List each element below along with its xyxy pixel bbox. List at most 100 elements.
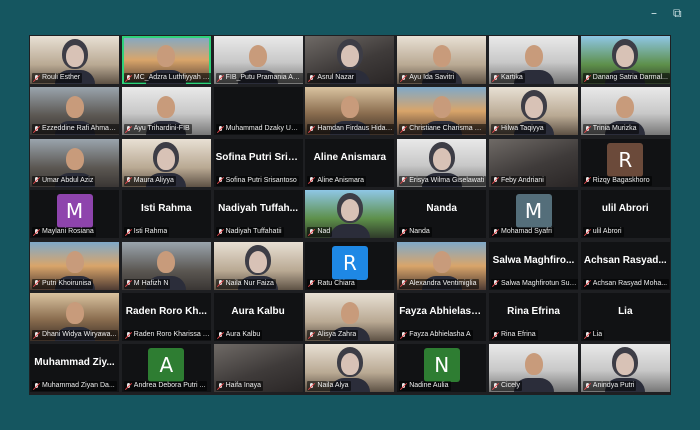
participant-tile[interactable]: A Andrea Debora Putri ...: [121, 344, 211, 393]
participant-tile[interactable]: Isti Rahma Isti Rahma: [121, 190, 211, 239]
participant-tile[interactable]: FIB_Putu Pramania Ad...: [213, 36, 303, 84]
participant-tile[interactable]: Aura Kalbu Aura Kalbu: [213, 293, 303, 341]
participant-tile[interactable]: Putri Khoirunisa: [30, 241, 119, 290]
participant-display-name: Muhammad Ziy...: [34, 357, 115, 369]
participant-tile[interactable]: Salwa Maghfiro... Salwa Maghfirotun Sulfi…: [489, 241, 578, 290]
participant-tile[interactable]: R Rizqy Bagaskhoro: [580, 138, 670, 187]
participant-tile[interactable]: Naila Alya: [305, 344, 395, 393]
participant-tile[interactable]: Rina Efrina Rina Efrina: [489, 293, 578, 341]
participant-tile[interactable]: Muhammad Ziy... Muhammad Ziyan Da...: [30, 344, 119, 393]
participant-name-label: Ayu Trihardini-FIB: [123, 124, 192, 135]
participant-tile[interactable]: M Maylani Rosiana: [30, 190, 119, 239]
participant-tile[interactable]: Fayza Abhielash... Fayza Abhielasha A: [397, 293, 487, 341]
participant-face: [340, 96, 359, 119]
participant-name: Naila Nur Faiza: [225, 279, 274, 287]
mic-muted-icon: [33, 228, 40, 236]
participant-tile[interactable]: Umar Abdul Aziz: [30, 138, 119, 187]
mic-muted-icon: [400, 280, 407, 287]
participant-name: Andrea Debora Putri ...: [133, 382, 206, 390]
participant-tile[interactable]: Ayu Trihardini-FIB: [121, 87, 211, 136]
participant-display-name: Salwa Maghfiro...: [492, 254, 575, 266]
participant-name: Asrul Nazar: [317, 74, 354, 81]
participant-tile[interactable]: Danang Satria Darmal...: [580, 36, 670, 84]
participant-name: Ezzeddine Rafi Ahmad...: [42, 125, 118, 133]
mic-muted-icon: [400, 382, 407, 390]
participant-name-label: Nadine Aulia: [399, 381, 451, 392]
participant-name-label: Nanda: [399, 227, 432, 238]
participant-video: [329, 224, 370, 239]
mic-muted-icon: [33, 74, 40, 82]
participant-tile[interactable]: Naila Nur Faiza: [213, 241, 303, 290]
participant-name-label: Putri Khoirunisa: [32, 278, 94, 289]
participant-tile[interactable]: Ezzeddine Rafi Ahmad...: [30, 87, 119, 136]
mic-muted-icon: [217, 382, 224, 390]
participant-name: Dhani Widya Wiryawa...: [42, 331, 117, 338]
participant-name-label: Nadiyah Tuffahatii: [215, 227, 284, 238]
participant-tile[interactable]: Christiane Charisma N...: [397, 87, 487, 136]
participant-tile[interactable]: Trinia Murizka: [580, 87, 670, 136]
participant-display-name: Lia: [618, 306, 633, 317]
participant-tile[interactable]: Raden Roro Kh... Raden Roro Kharissa P...: [121, 293, 211, 341]
mic-muted-icon: [492, 382, 499, 390]
participant-display-name: Sofina Putri Srisa...: [215, 151, 303, 163]
participant-tile[interactable]: Rouli Esther: [30, 36, 119, 84]
participant-tile[interactable]: R Ratu Chiara: [305, 241, 395, 290]
participant-face: [65, 96, 84, 119]
participant-face: [65, 302, 84, 324]
participant-name: Alexandra Ventimiglia: [409, 279, 477, 287]
participant-name-label: Lia: [582, 330, 605, 340]
participant-name: Isti Rahma: [133, 228, 168, 236]
avatar: R: [607, 142, 644, 177]
participant-name: Mohamad Syafri: [501, 228, 552, 236]
participant-tile[interactable]: Maura Aliyya: [121, 138, 211, 187]
participant-name: Erisya Wilma Giselawati: [409, 176, 485, 184]
participant-name: Hilwa Taqiyya: [501, 125, 544, 133]
participant-tile[interactable]: Erisya Wilma Giselawati: [397, 138, 487, 187]
participant-tile[interactable]: Nad: [305, 190, 395, 239]
participant-name: Raden Roro Kharissa P...: [133, 331, 210, 338]
participant-face: [340, 302, 359, 324]
participant-name: Alisya Zahra: [317, 331, 357, 338]
participant-tile[interactable]: Alisya Zahra: [305, 293, 395, 341]
participant-name-label: Muhammad Ziyan Da...: [32, 381, 117, 392]
participant-name-label: Isti Rahma: [123, 227, 170, 238]
participant-name-label: Ratu Chiara: [307, 278, 357, 289]
participant-name: Nadiyah Tuffahatii: [225, 228, 282, 236]
mic-muted-icon: [217, 125, 224, 133]
participant-tile[interactable]: Kartika: [489, 36, 578, 84]
mic-muted-icon: [492, 331, 499, 339]
participant-tile[interactable]: Hilwa Taqiyya: [489, 87, 578, 136]
restore-window-icon[interactable]: ⧉: [673, 6, 682, 21]
participant-tile[interactable]: M Hafizh N: [121, 241, 211, 290]
participant-tile[interactable]: Nadiyah Tuffah... Nadiyah Tuffahatii: [213, 190, 303, 239]
participant-tile[interactable]: ulil Abrori ulil Abrori: [580, 190, 670, 239]
participant-name-label: Rizqy Bagaskhoro: [582, 175, 652, 186]
mic-muted-icon: [125, 228, 132, 236]
participant-tile[interactable]: Haifa Inaya: [213, 344, 303, 393]
participant-tile[interactable]: Lia Lia: [580, 293, 670, 341]
participant-name-label: Asrul Nazar: [307, 73, 356, 83]
participant-tile[interactable]: Nanda Nanda: [397, 190, 487, 239]
minimize-icon[interactable]: –: [651, 6, 657, 20]
participant-tile[interactable]: Dhani Widya Wiryawa...: [30, 293, 119, 341]
participant-tile[interactable]: Anindya Putri: [580, 344, 670, 393]
participant-name-label: M Hafizh N: [123, 278, 171, 289]
mic-muted-icon: [125, 177, 132, 184]
mic-muted-icon: [217, 228, 224, 236]
participant-tile[interactable]: Asrul Nazar: [305, 36, 395, 84]
participant-tile[interactable]: Feby Andriani: [489, 138, 578, 187]
participant-tile[interactable]: Alexandra Ventimiglia: [397, 241, 487, 290]
participant-tile[interactable]: N Nadine Aulia: [397, 344, 487, 393]
participant-tile[interactable]: M Mohamad Syafri: [489, 190, 578, 239]
participant-tile[interactable]: Muhammad Dzaky Um...: [213, 87, 303, 136]
participant-name: Kartika: [501, 74, 523, 81]
mic-muted-icon: [584, 74, 591, 82]
participant-tile[interactable]: Ayu Ida Savitri: [397, 36, 487, 84]
participant-tile[interactable]: MC_Adzra Luthfiyyah Hau...: [121, 36, 211, 84]
participant-tile[interactable]: Sofina Putri Srisa... Sofina Putri Srisan…: [213, 138, 303, 187]
participant-tile[interactable]: Cicely: [489, 344, 578, 393]
participant-tile[interactable]: Hamdan Firdaus Hiday...: [305, 87, 395, 136]
participant-display-name: Fayza Abhielash...: [399, 306, 486, 317]
participant-tile[interactable]: Achsan Rasyad... Achsan Rasyad Moha...: [580, 241, 670, 290]
participant-tile[interactable]: Aline Anismara Aline Anismara: [305, 138, 395, 187]
